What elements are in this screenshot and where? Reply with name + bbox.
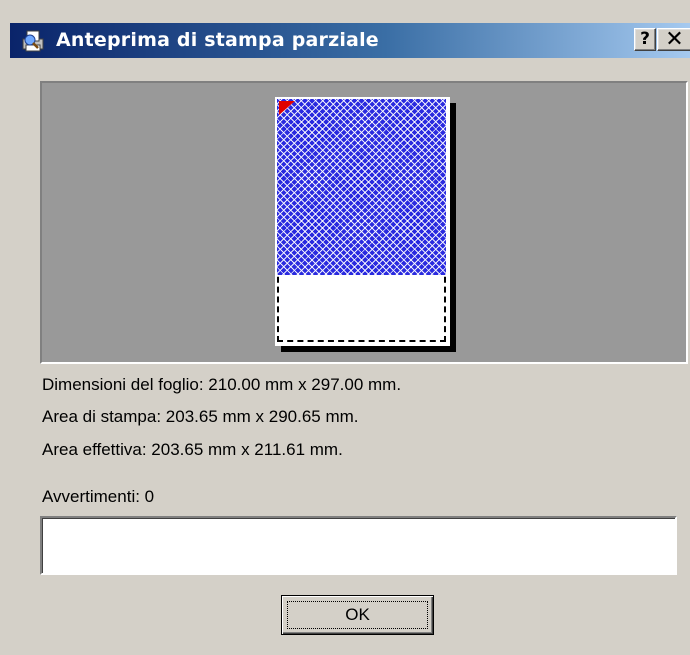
- help-button[interactable]: ?: [634, 28, 656, 51]
- warnings-label: Avvertimenti: 0: [42, 487, 155, 506]
- print-preview-dialog: Anteprima di stampa parziale ? ✕ Dimensi…: [0, 0, 690, 655]
- close-button[interactable]: ✕: [657, 28, 690, 51]
- effective-area-text: Area effettiva: 203.65 mm x 211.61 mm.: [42, 440, 343, 459]
- origin-marker-icon: [279, 101, 295, 115]
- page-preview-panel: [40, 81, 688, 364]
- print-area-text: Area di stampa: 203.65 mm x 290.65 mm.: [42, 407, 359, 426]
- sheet-dimensions-text: Dimensioni del foglio: 210.00 mm x 297.0…: [42, 375, 402, 394]
- effective-area: [277, 99, 446, 275]
- window-title: Anteprima di stampa parziale: [56, 29, 379, 51]
- ok-button-label: OK: [287, 601, 428, 629]
- title-bar[interactable]: Anteprima di stampa parziale ? ✕: [10, 23, 690, 58]
- warnings-list[interactable]: [40, 516, 677, 575]
- printer-preview-icon: [22, 30, 44, 52]
- ok-button[interactable]: OK: [281, 595, 434, 635]
- preview-page: [275, 97, 450, 346]
